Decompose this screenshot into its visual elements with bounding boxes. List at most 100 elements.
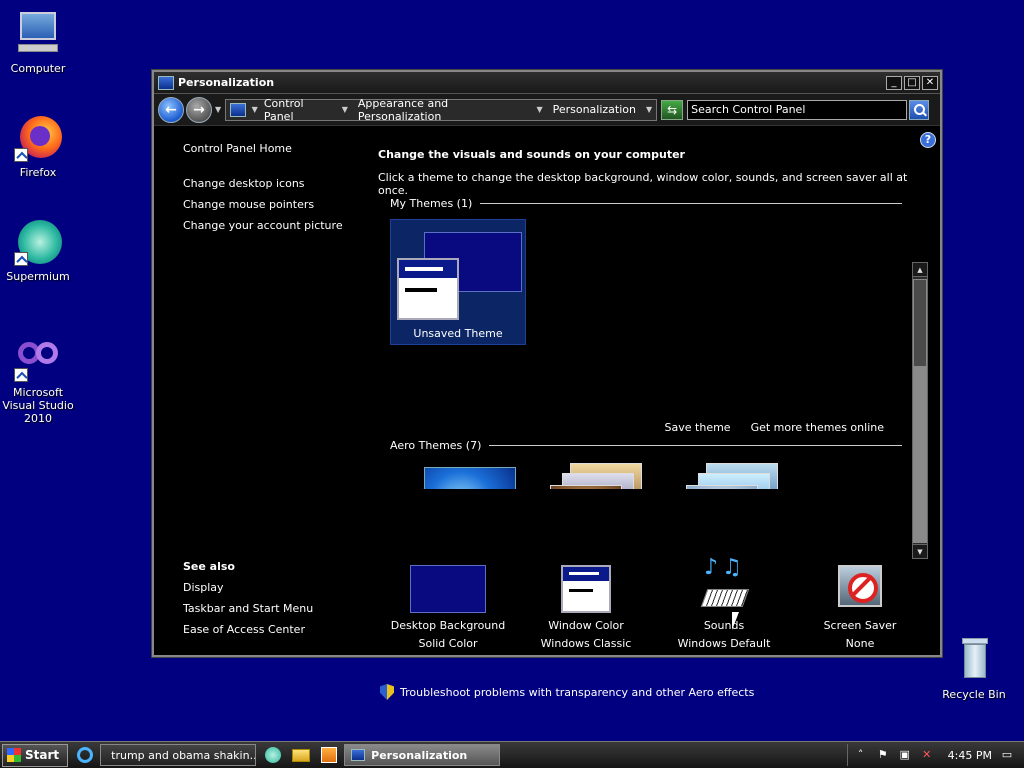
my-themes-header: My Themes (1) [390, 197, 902, 210]
breadcrumb-appearance[interactable]: Appearance and Personalization ▼ [358, 97, 543, 123]
aero-themes-header: Aero Themes (7) [390, 439, 902, 452]
taskbar-item-firefox[interactable]: trump and obama shakin... [100, 744, 257, 766]
content-area: ? Control Panel Home Change desktop icon… [154, 128, 940, 700]
theme-aero-windows[interactable] [390, 467, 516, 489]
screen-saver-icon [838, 565, 882, 607]
system-tray: ˄ ⚑ ▣ ✕ 4:45 PM ▭ [846, 744, 1022, 766]
volume-muted-icon[interactable]: ✕ [920, 748, 934, 762]
theme-aero-architecture[interactable] [526, 463, 650, 489]
chevron-down-icon[interactable]: ▼ [252, 105, 258, 114]
control-panel-icon [351, 749, 366, 761]
search-box [687, 99, 930, 120]
action-center-flag-icon[interactable]: ⚑ [876, 748, 890, 762]
theme-list-scrollbar[interactable]: ▲ ▼ [912, 262, 928, 559]
window-color-button[interactable]: Window Color Windows Classic [516, 565, 656, 653]
desktop-icon-firefox[interactable]: Firefox [0, 114, 78, 179]
refresh-icon: ⇆ [667, 102, 678, 117]
minimize-button[interactable]: _ [886, 75, 902, 90]
setting-title: Desktop Background [390, 619, 506, 632]
setting-value: Windows Default [677, 637, 771, 650]
setting-value: Solid Color [418, 637, 478, 650]
media-player-icon[interactable] [318, 744, 340, 766]
mouse-pointer-icon [732, 612, 739, 630]
window-title: Personalization [178, 76, 275, 89]
recent-pages-dropdown[interactable]: ▼ [215, 105, 221, 114]
theme-actions: Save theme Get more themes online [665, 421, 884, 434]
change-desktop-icons-link[interactable]: Change desktop icons [183, 177, 353, 190]
breadcrumb-control-panel[interactable]: Control Panel ▼ [264, 97, 348, 123]
recycle-bin-icon [950, 636, 998, 684]
address-bar[interactable]: ▼ Control Panel ▼ Appearance and Personal… [225, 97, 658, 123]
start-button[interactable]: Start [2, 743, 69, 767]
network-icon[interactable]: ▣ [898, 748, 912, 762]
screen-saver-button[interactable]: Screen Saver None [790, 565, 930, 653]
get-more-themes-link[interactable]: Get more themes online [751, 421, 884, 434]
setting-title: Screen Saver [823, 619, 897, 632]
save-theme-link[interactable]: Save theme [665, 421, 731, 434]
taskbar-start-menu-link[interactable]: Taskbar and Start Menu [183, 602, 353, 615]
breadcrumb-personalization[interactable]: Personalization [553, 103, 636, 116]
show-desktop-icon[interactable]: ▭ [1000, 748, 1014, 762]
arrow-left-icon: ← [165, 101, 177, 118]
theme-aero-characters[interactable] [662, 463, 786, 489]
scrollbar-thumb[interactable] [913, 279, 927, 367]
desktop-icon-recycle-bin[interactable]: Recycle Bin [934, 636, 1014, 701]
show-hidden-icons-icon[interactable]: ˄ [854, 748, 868, 762]
taskbar: Start trump and obama shakin... Personal… [0, 741, 1024, 768]
desktop-icon-visual-studio[interactable]: Microsoft Visual Studio 2010 [0, 334, 78, 425]
scroll-down-icon[interactable]: ▼ [913, 544, 927, 558]
arrow-right-icon: → [193, 101, 205, 118]
clock[interactable]: 4:45 PM [948, 749, 992, 762]
close-button[interactable]: ✕ [922, 75, 938, 90]
sounds-button[interactable]: ♪ ♫ Sounds Windows Default [654, 557, 794, 653]
desktop-icon-label: Firefox [19, 166, 57, 179]
chevron-down-icon[interactable]: ▼ [342, 105, 348, 114]
desktop-icon-label: Supermium [6, 270, 70, 283]
supermium-icon[interactable] [262, 744, 284, 766]
control-panel-icon [158, 75, 174, 90]
shortcut-arrow-icon [14, 252, 28, 266]
control-panel-icon [230, 102, 246, 117]
address-dropdown-icon[interactable]: ▼ [646, 105, 652, 114]
window-color-icon [561, 565, 611, 613]
search-input[interactable] [687, 99, 908, 120]
setting-title: Sounds [703, 619, 745, 632]
internet-explorer-icon[interactable] [74, 744, 96, 766]
desktop-icon-supermium[interactable]: Supermium [0, 218, 78, 283]
display-link[interactable]: Display [183, 581, 353, 594]
shield-icon [380, 684, 394, 700]
shortcut-arrow-icon [14, 148, 28, 162]
taskbar-item-personalization[interactable]: Personalization [344, 744, 501, 766]
theme-list: My Themes (1) Unsaved Theme Save theme G… [378, 189, 930, 489]
folder-icon[interactable] [290, 744, 312, 766]
page-title: Change the visuals and sounds on your co… [378, 148, 685, 161]
change-mouse-pointers-link[interactable]: Change mouse pointers [183, 198, 353, 211]
setting-value: Windows Classic [540, 637, 632, 650]
desktop-icon-computer[interactable]: Computer [0, 10, 78, 75]
help-icon[interactable]: ? [920, 132, 936, 148]
change-account-picture-link[interactable]: Change your account picture [183, 219, 353, 232]
windows-logo-icon [7, 748, 21, 762]
forward-button[interactable]: → [186, 96, 212, 123]
theme-unsaved[interactable]: Unsaved Theme [390, 219, 526, 345]
title-bar[interactable]: Personalization _ □ ✕ [154, 72, 940, 94]
troubleshoot-link[interactable]: Troubleshoot problems with transparency … [380, 684, 754, 700]
setting-value: None [845, 637, 875, 650]
see-also-heading: See also [183, 560, 235, 573]
ease-of-access-link[interactable]: Ease of Access Center [183, 623, 353, 636]
scroll-up-icon[interactable]: ▲ [913, 263, 927, 277]
refresh-button[interactable]: ⇆ [661, 99, 684, 120]
navigation-toolbar: ← → ▼ ▼ Control Panel ▼ Appearance and Pe… [154, 94, 940, 126]
desktop-background-button[interactable]: Desktop Background Solid Color [378, 565, 518, 653]
supermium-icon [14, 218, 62, 266]
back-button[interactable]: ← [158, 96, 184, 123]
setting-title: Window Color [548, 619, 624, 632]
control-panel-home-link[interactable]: Control Panel Home [183, 142, 353, 155]
desktop-background-icon [410, 565, 486, 613]
firefox-icon [14, 114, 62, 162]
chevron-down-icon[interactable]: ▼ [536, 105, 542, 114]
desktop-icon-label: Recycle Bin [942, 688, 1006, 701]
personalization-window: Personalization _ □ ✕ ← → ▼ ▼ Control Pa… [152, 70, 942, 700]
maximize-button[interactable]: □ [904, 75, 920, 90]
search-icon[interactable] [909, 99, 930, 120]
